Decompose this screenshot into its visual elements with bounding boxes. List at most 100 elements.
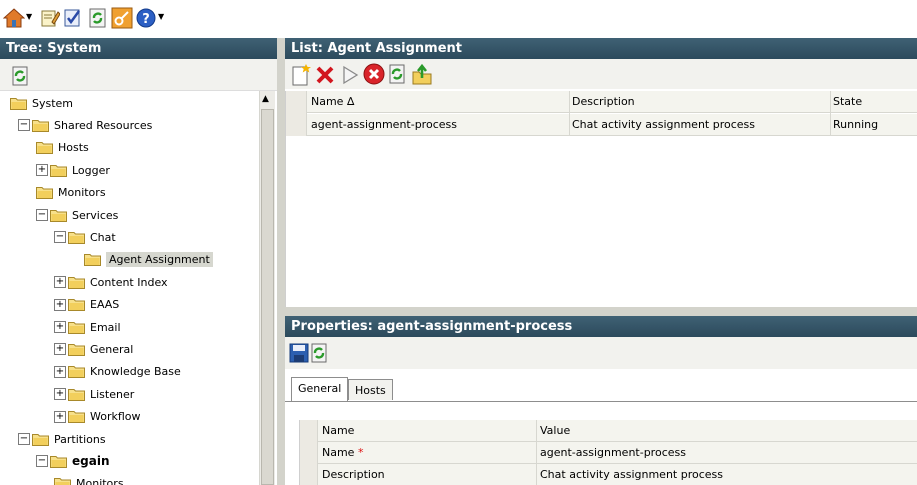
refresh-icon[interactable] bbox=[389, 63, 405, 85]
start-icon[interactable] bbox=[341, 65, 359, 85]
tree-panel-title: Tree: System bbox=[0, 38, 277, 59]
cell-name[interactable]: agent-assignment-process bbox=[307, 114, 569, 136]
folder-icon bbox=[68, 298, 90, 312]
refresh-icon[interactable] bbox=[12, 66, 28, 86]
required-marker: * bbox=[357, 446, 364, 459]
tree-item-label: EAAS bbox=[90, 298, 120, 312]
property-name-value[interactable]: agent-assignment-process bbox=[536, 442, 917, 464]
new-item-icon[interactable] bbox=[291, 63, 311, 87]
system-tree: System − Shared Resources Hosts + Logger Monit… bbox=[0, 91, 259, 485]
tab-general[interactable]: General bbox=[291, 377, 349, 402]
expand-icon[interactable]: + bbox=[54, 298, 66, 311]
collapse-icon[interactable]: − bbox=[36, 209, 48, 221]
collapse-icon[interactable]: − bbox=[36, 455, 48, 468]
tree-item[interactable]: − Shared Resources bbox=[18, 114, 152, 136]
scroll-up-icon[interactable]: ▲ bbox=[262, 94, 269, 104]
delete-icon[interactable] bbox=[315, 65, 335, 85]
collapse-icon[interactable]: − bbox=[54, 231, 66, 244]
expand-icon[interactable]: + bbox=[54, 388, 66, 401]
expand-icon[interactable]: + bbox=[36, 164, 48, 177]
tree-item[interactable]: + General bbox=[54, 338, 133, 360]
tree-item[interactable]: + EAAS bbox=[54, 294, 119, 316]
main-toolbar: ▼ ? ▼ bbox=[0, 0, 917, 38]
agent-assignment-grid: Name ∆ Description State agent-assignmen… bbox=[285, 91, 917, 307]
tree-item[interactable]: + Email bbox=[54, 316, 121, 338]
property-name-label: Name * bbox=[318, 442, 536, 464]
home-icon[interactable] bbox=[2, 6, 26, 30]
tree-item-label: Knowledge Base bbox=[90, 365, 181, 379]
tab-hosts[interactable]: Hosts bbox=[348, 379, 393, 400]
help-dropdown-icon[interactable]: ▼ bbox=[158, 12, 164, 21]
expand-icon[interactable]: + bbox=[54, 343, 66, 356]
folder-icon bbox=[32, 119, 54, 132]
tree-item-label: Monitors bbox=[58, 186, 106, 200]
tree-item-label: Logger bbox=[72, 163, 110, 177]
tree-item[interactable]: − Partitions bbox=[18, 428, 106, 450]
tree-item-label: Listener bbox=[90, 387, 135, 401]
folder-icon bbox=[36, 186, 58, 200]
folder-icon bbox=[68, 231, 90, 244]
expand-icon[interactable]: + bbox=[54, 321, 66, 333]
list-panel-title: List: Agent Assignment bbox=[285, 38, 917, 59]
stop-icon[interactable] bbox=[363, 63, 385, 85]
vertical-splitter[interactable] bbox=[277, 38, 285, 485]
collapse-icon[interactable]: − bbox=[18, 433, 30, 445]
column-header-value: Value bbox=[536, 420, 917, 442]
key-icon[interactable] bbox=[110, 6, 134, 30]
folder-icon bbox=[54, 477, 76, 485]
folder-icon bbox=[68, 365, 90, 379]
tree-item[interactable]: Hosts bbox=[36, 137, 89, 159]
list-toolbar bbox=[285, 59, 917, 89]
tree-scrollbar[interactable]: ▲ bbox=[259, 91, 275, 485]
scrollbar-thumb[interactable] bbox=[261, 109, 274, 485]
tree-item[interactable]: System bbox=[10, 92, 73, 114]
tree-item[interactable]: + Knowledge Base bbox=[54, 361, 181, 383]
folder-icon bbox=[50, 209, 72, 222]
refresh-icon[interactable] bbox=[86, 6, 110, 30]
checklist-icon[interactable] bbox=[61, 6, 85, 30]
column-header-name[interactable]: Name ∆ bbox=[307, 91, 569, 113]
tree-item[interactable]: Monitors bbox=[54, 473, 124, 485]
tree-toolbar bbox=[0, 59, 277, 91]
tree-item[interactable]: Agent Assignment bbox=[84, 249, 213, 271]
horizontal-splitter[interactable] bbox=[285, 307, 917, 316]
tree-item-label: Shared Resources bbox=[54, 118, 153, 132]
move-up-folder-icon[interactable] bbox=[411, 62, 433, 86]
save-icon[interactable] bbox=[289, 343, 309, 363]
folder-icon bbox=[50, 164, 72, 177]
folder-icon bbox=[68, 321, 90, 334]
expand-icon[interactable]: + bbox=[54, 410, 66, 423]
tree-item[interactable]: + Listener bbox=[54, 383, 134, 405]
cell-description[interactable]: Chat activity assignment process bbox=[569, 114, 830, 136]
tree-item[interactable]: + Workflow bbox=[54, 406, 141, 428]
tree-item[interactable]: − egain bbox=[36, 450, 109, 472]
column-divider bbox=[830, 91, 831, 136]
cell-state[interactable]: Running bbox=[830, 114, 917, 136]
help-icon[interactable]: ? bbox=[134, 6, 158, 30]
row-header-column bbox=[286, 91, 307, 136]
folder-icon bbox=[10, 97, 32, 110]
tree-item[interactable]: Monitors bbox=[36, 182, 106, 204]
tab-strip-line bbox=[285, 401, 917, 402]
tree-item[interactable]: + Content Index bbox=[54, 271, 168, 293]
tree-item-label: General bbox=[90, 342, 134, 356]
collapse-icon[interactable]: − bbox=[18, 119, 30, 132]
tree-item[interactable]: − Chat bbox=[54, 226, 116, 248]
expand-icon[interactable]: + bbox=[54, 365, 66, 378]
edit-document-icon[interactable] bbox=[38, 6, 62, 30]
folder-icon bbox=[68, 276, 90, 289]
properties-grid: Name Value Name * agent-assignment-proce… bbox=[299, 420, 917, 485]
property-description-value[interactable]: Chat activity assignment process bbox=[536, 464, 917, 485]
expand-icon[interactable]: + bbox=[54, 276, 66, 289]
tree-item-label: Workflow bbox=[90, 410, 141, 424]
tree-item-label: Email bbox=[90, 320, 121, 334]
tree-item-label: egain bbox=[72, 454, 110, 469]
column-header-state[interactable]: State bbox=[830, 91, 917, 113]
tree-item[interactable]: + Logger bbox=[36, 159, 110, 181]
column-header-description[interactable]: Description bbox=[569, 91, 830, 113]
tree-item[interactable]: − Services bbox=[36, 204, 118, 226]
folder-icon bbox=[68, 410, 90, 424]
property-description-label: Description bbox=[318, 464, 536, 485]
refresh-icon[interactable] bbox=[311, 342, 327, 364]
home-dropdown-icon[interactable]: ▼ bbox=[26, 12, 32, 21]
